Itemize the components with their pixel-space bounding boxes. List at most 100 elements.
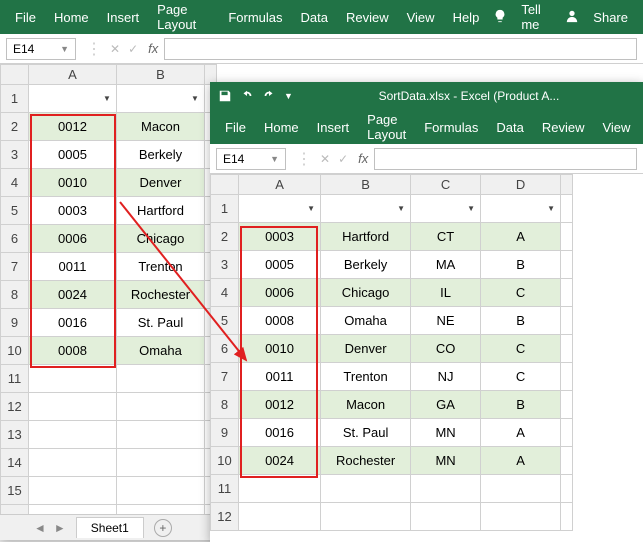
cell[interactable]: Chicago (117, 225, 205, 253)
cell[interactable]: Trenton (117, 253, 205, 281)
cell[interactable]: 0012 (29, 113, 117, 141)
row-header[interactable]: 8 (211, 391, 239, 419)
cell[interactable]: 0003 (29, 197, 117, 225)
cell[interactable]: MN (411, 447, 481, 475)
ribbon-tab-page-layout[interactable]: Page Layout (358, 110, 415, 144)
row-header[interactable]: 1 (1, 85, 29, 113)
cell[interactable]: Omaha (321, 307, 411, 335)
cell[interactable]: Denver (117, 169, 205, 197)
cell[interactable]: Macon (117, 113, 205, 141)
name-box[interactable]: E14 ▼ (216, 148, 286, 170)
cell[interactable]: 0006 (29, 225, 117, 253)
row-header[interactable]: 12 (211, 503, 239, 531)
filter-dropdown-icon[interactable]: ▼ (464, 202, 478, 216)
row-header[interactable]: 6 (211, 335, 239, 363)
cell[interactable]: CT (411, 223, 481, 251)
qat-customize-icon[interactable]: ▼ (284, 91, 293, 101)
column-header-A[interactable]: A (239, 175, 321, 195)
cell[interactable]: 0011 (29, 253, 117, 281)
save-icon[interactable] (218, 89, 232, 103)
cell[interactable]: 0010 (239, 335, 321, 363)
spreadsheet-grid[interactable]: ABCD1VendorID▼City▼State▼Product▼20003Ha… (210, 174, 573, 531)
name-box[interactable]: E14 ▼ (6, 38, 76, 60)
row-header[interactable]: 3 (1, 141, 29, 169)
cell[interactable]: 0012 (239, 391, 321, 419)
select-all-corner[interactable] (1, 65, 29, 85)
column-header-A[interactable]: A (29, 65, 117, 85)
ribbon-tab-home[interactable]: Home (255, 110, 308, 144)
cell[interactable]: B (481, 251, 561, 279)
row-header[interactable]: 10 (1, 337, 29, 365)
cell[interactable]: C (481, 363, 561, 391)
sheet-nav-next[interactable]: ► (50, 521, 70, 535)
spreadsheet-grid[interactable]: AB1VendorID▼City▼20012Macon30005Berkely4… (0, 64, 217, 514)
cell[interactable]: 0024 (29, 281, 117, 309)
ribbon-tab-review[interactable]: Review (337, 0, 398, 34)
row-header[interactable]: 4 (1, 169, 29, 197)
table-header-product[interactable]: Product▼ (481, 195, 561, 223)
cell[interactable]: A (481, 223, 561, 251)
cell[interactable]: Hartford (321, 223, 411, 251)
row-header[interactable]: 2 (1, 113, 29, 141)
chevron-down-icon[interactable]: ▼ (270, 154, 279, 164)
sheet-tab[interactable]: Sheet1 (76, 517, 144, 538)
cell[interactable]: MA (411, 251, 481, 279)
redo-icon[interactable] (262, 89, 276, 103)
column-header-D[interactable]: D (481, 175, 561, 195)
cell[interactable]: NE (411, 307, 481, 335)
formula-input[interactable] (164, 38, 637, 60)
cell[interactable]: 0003 (239, 223, 321, 251)
row-header[interactable]: 15 (1, 477, 29, 505)
ribbon-tab-help[interactable]: Help (444, 0, 489, 34)
cell[interactable]: Trenton (321, 363, 411, 391)
ribbon-tab-formulas[interactable]: Formulas (219, 0, 291, 34)
cell[interactable]: 0016 (239, 419, 321, 447)
formula-input[interactable] (374, 148, 637, 170)
row-header[interactable]: 9 (1, 309, 29, 337)
cell[interactable]: NJ (411, 363, 481, 391)
table-header-vendorid[interactable]: VendorID▼ (239, 195, 321, 223)
row-header[interactable]: 13 (1, 421, 29, 449)
column-header-B[interactable]: B (321, 175, 411, 195)
cell[interactable]: Rochester (117, 281, 205, 309)
row-header[interactable]: 14 (1, 449, 29, 477)
cell[interactable]: GA (411, 391, 481, 419)
row-header[interactable]: 12 (1, 393, 29, 421)
select-all-corner[interactable] (211, 175, 239, 195)
row-header[interactable]: 1 (211, 195, 239, 223)
cell[interactable]: Hartford (117, 197, 205, 225)
chevron-down-icon[interactable]: ▼ (60, 44, 69, 54)
cell[interactable]: 0008 (29, 337, 117, 365)
ribbon-tab-data[interactable]: Data (292, 0, 337, 34)
cell[interactable]: St. Paul (321, 419, 411, 447)
filter-dropdown-icon[interactable]: ▼ (394, 202, 408, 216)
cell[interactable]: Chicago (321, 279, 411, 307)
cancel-icon[interactable]: ✕ (110, 42, 120, 56)
table-header-vendorid[interactable]: VendorID▼ (29, 85, 117, 113)
filter-dropdown-icon[interactable]: ▼ (544, 202, 558, 216)
ribbon-tab-data[interactable]: Data (487, 110, 532, 144)
cell[interactable]: 0011 (239, 363, 321, 391)
filter-dropdown-icon[interactable]: ▼ (304, 202, 318, 216)
table-header-city[interactable]: City▼ (321, 195, 411, 223)
fx-icon[interactable]: fx (148, 41, 158, 56)
ribbon-tab-home[interactable]: Home (45, 0, 98, 34)
cell[interactable]: 0010 (29, 169, 117, 197)
ribbon-tab-view[interactable]: View (398, 0, 444, 34)
sheet-nav-prev[interactable]: ◄ (30, 521, 50, 535)
cell[interactable]: B (481, 391, 561, 419)
column-header-B[interactable]: B (117, 65, 205, 85)
row-header[interactable]: 10 (211, 447, 239, 475)
row-header[interactable]: 5 (211, 307, 239, 335)
ribbon-tab-view[interactable]: View (593, 110, 639, 144)
row-header[interactable]: 8 (1, 281, 29, 309)
cell[interactable]: Denver (321, 335, 411, 363)
cell[interactable]: C (481, 279, 561, 307)
tell-me-button[interactable]: Tell me (512, 0, 560, 34)
row-header[interactable]: 2 (211, 223, 239, 251)
cell[interactable]: IL (411, 279, 481, 307)
cell[interactable]: C (481, 335, 561, 363)
ribbon-tab-review[interactable]: Review (533, 110, 594, 144)
row-header[interactable]: 3 (211, 251, 239, 279)
row-header[interactable]: 7 (211, 363, 239, 391)
